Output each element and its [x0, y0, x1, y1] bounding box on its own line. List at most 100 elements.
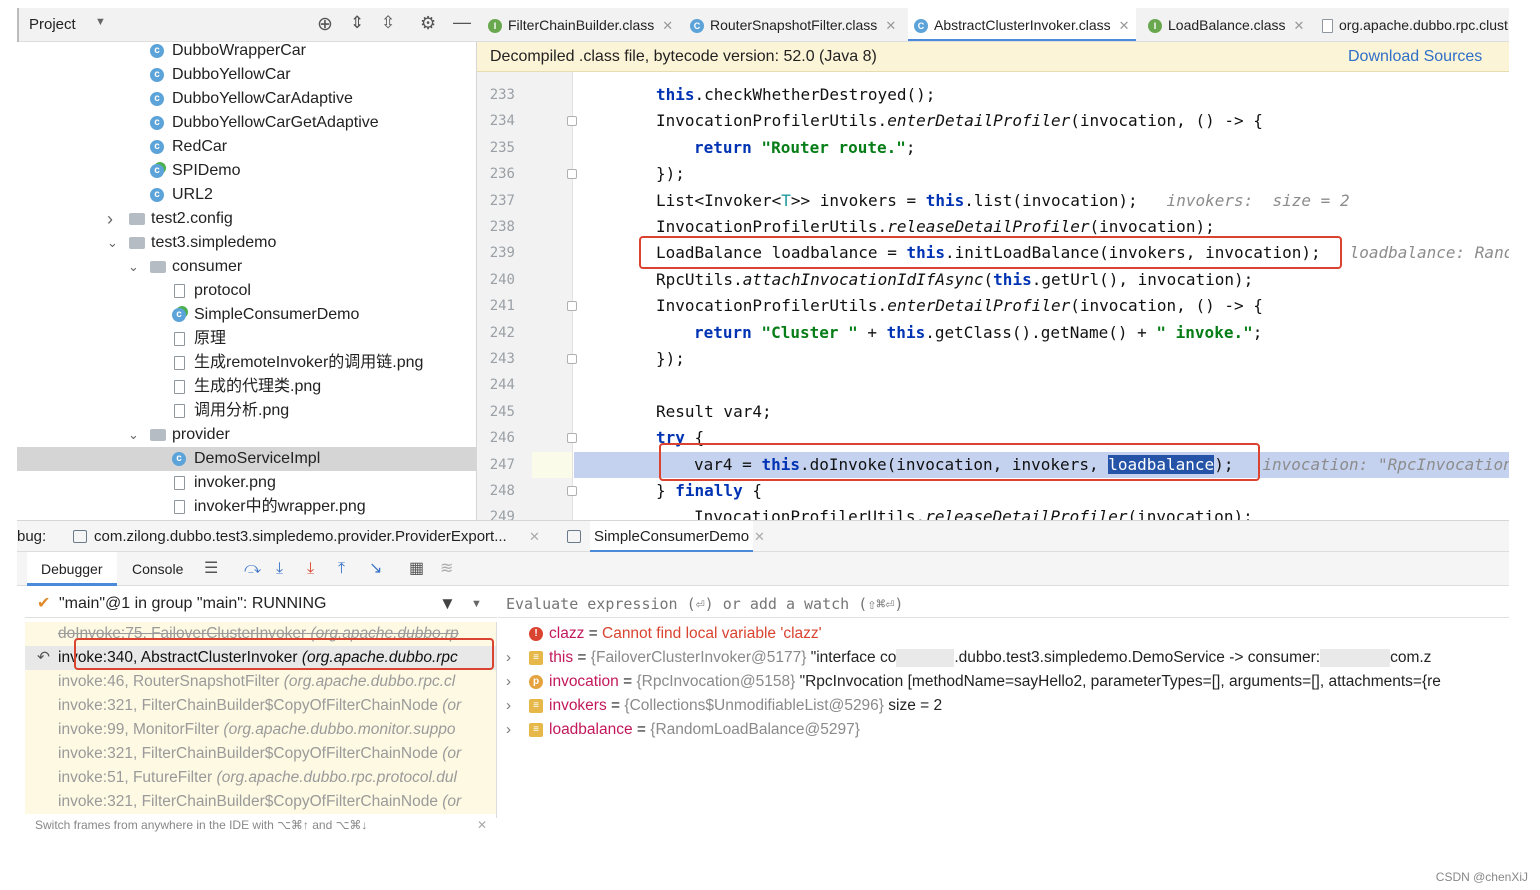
tree-item[interactable]: c URL2 — [17, 183, 476, 207]
step-into-icon[interactable]: ⤓ — [276, 552, 283, 586]
stack-frame[interactable]: invoke:321, FilterChainBuilder$CopyOfFil… — [25, 790, 496, 814]
code-token: (invocation, () -> { — [1070, 111, 1263, 131]
tree-item[interactable]: c RedCar — [17, 135, 476, 159]
thread-selector[interactable]: ✔ "main"@1 in group "main": RUNNING ▼ ▼ — [25, 590, 497, 618]
chevron-down-icon[interactable]: ▼ — [95, 16, 106, 28]
line-number: 241 — [489, 298, 515, 315]
tree-item[interactable]: 调用分析.png — [17, 399, 476, 423]
frame-package: (org.apache.dubbo.monitor.suppo — [223, 721, 456, 738]
chevron-icon[interactable]: › — [107, 207, 113, 231]
session-tab-provider[interactable]: com.zilong.dubbo.test3.simpledemo.provid… — [94, 521, 507, 553]
close-icon[interactable]: ✕ — [662, 18, 673, 33]
tree-item[interactable]: c DemoServiceImpl — [17, 447, 476, 471]
variable-value: {RpcInvocation@5158} — [636, 673, 796, 690]
gear-icon[interactable]: ⚙ — [420, 13, 436, 34]
trace-icon[interactable]: ≋ — [440, 552, 453, 586]
minimize-icon[interactable]: — — [453, 12, 471, 33]
stack-frame[interactable]: invoke:99, MonitorFilter (org.apache.dub… — [25, 718, 496, 742]
stack-frame[interactable]: invoke:46, RouterSnapshotFilter (org.apa… — [25, 670, 496, 694]
editor-tab[interactable]: I LoadBalance.class ✕ — [1142, 8, 1310, 41]
variable-extra: .dubbo.test3.simpledemo.DemoService -> c… — [954, 649, 1321, 666]
tree-item[interactable]: c DubboYellowCarGetAdaptive — [17, 111, 476, 135]
tab-console[interactable]: Console — [132, 552, 183, 586]
editor-tab[interactable]: org.apache.dubbo.rpc.clust — [1316, 8, 1509, 41]
chevron-right-icon[interactable]: › — [506, 718, 511, 742]
run-to-cursor-icon[interactable]: ↘ — [369, 552, 382, 586]
variable-row[interactable]: ! clazz = Cannot find local variable 'cla… — [498, 622, 1509, 646]
tree-item[interactable]: c SPIDemo — [17, 159, 476, 183]
line-number: 247 — [489, 456, 515, 473]
close-icon[interactable]: ✕ — [1119, 18, 1130, 33]
step-over-icon[interactable]: ⤼ — [244, 552, 261, 586]
line-number: 242 — [489, 324, 515, 341]
expand-all-icon[interactable]: ⇕ — [350, 13, 364, 33]
class-icon: c — [150, 68, 164, 82]
tree-item[interactable]: 原理 — [17, 327, 476, 351]
tree-item-label: 原理 — [194, 330, 227, 347]
close-icon[interactable]: ✕ — [529, 521, 540, 553]
filter-icon[interactable]: ▼ — [439, 590, 456, 618]
field-icon: ≡ — [529, 699, 543, 713]
evaluate-expression-input[interactable] — [506, 592, 1406, 616]
stack-frame[interactable]: invoke:321, FilterChainBuilder$CopyOfFil… — [25, 742, 496, 766]
menu-icon[interactable]: ☰ — [204, 552, 218, 586]
tree-item[interactable]: protocol — [17, 279, 476, 303]
close-icon[interactable]: ✕ — [885, 18, 896, 33]
chevron-icon[interactable]: ⌄ — [107, 231, 118, 255]
variable-row[interactable]: › ≡ this = {FailoverClusterInvoker@5177} "… — [498, 646, 1509, 670]
fold-icon[interactable] — [567, 486, 577, 496]
force-step-into-icon[interactable]: ⤓ — [307, 552, 314, 586]
crosshair-icon[interactable]: ⊕ — [317, 13, 333, 36]
variable-row[interactable]: › ≡ invokers = {Collections$UnmodifiableLi… — [498, 694, 1509, 718]
step-out-icon[interactable]: ⤒ — [338, 552, 345, 586]
close-icon[interactable]: ✕ — [1294, 18, 1305, 33]
stack-frame[interactable]: invoke:321, FilterChainBuilder$CopyOfFil… — [25, 694, 496, 718]
chevron-right-icon[interactable]: › — [506, 646, 511, 670]
fold-icon[interactable] — [567, 116, 577, 127]
tree-item[interactable]: 生成的代理类.png — [17, 375, 476, 399]
tree-item[interactable]: invoker.png — [17, 471, 476, 495]
tree-item[interactable]: ⌄ consumer — [17, 255, 476, 279]
file-icon — [174, 404, 185, 418]
editor-tab[interactable]: C RouterSnapshotFilter.class ✕ — [684, 8, 902, 41]
code-token: releaseDetailProfiler — [925, 507, 1128, 520]
session-tab-consumer[interactable]: SimpleConsumerDemo — [590, 521, 754, 553]
collapse-all-icon[interactable]: ⇳ — [381, 13, 395, 33]
variable-row[interactable]: › ≡ loadbalance = {RandomLoadBalance@5297} — [498, 718, 1509, 742]
tree-item[interactable]: c DubboWrapperCar — [17, 42, 476, 63]
fold-icon[interactable] — [567, 354, 577, 364]
code-token: { — [742, 481, 762, 500]
tree-item[interactable]: ⌄ test3.simpledemo — [17, 231, 476, 255]
download-sources-link[interactable]: Download Sources — [1348, 42, 1482, 72]
tree-item[interactable]: 生成remoteInvoker的调用链.png — [17, 351, 476, 375]
project-view-selector[interactable]: Project — [29, 16, 76, 33]
editor-tab[interactable]: I FilterChainBuilder.class ✕ — [482, 8, 679, 41]
chevron-icon[interactable]: ⌄ — [128, 255, 139, 279]
close-icon[interactable]: ✕ — [477, 818, 487, 832]
close-icon[interactable]: ✕ — [754, 521, 765, 553]
tree-item[interactable]: c DubboYellowCarAdaptive — [17, 87, 476, 111]
tree-item[interactable]: invoker中的wrapper.png — [17, 495, 476, 519]
tree-item[interactable]: › test2.config — [17, 207, 476, 231]
tree-item[interactable]: c DubboYellowCar — [17, 63, 476, 87]
highlight-box-line-247 — [659, 443, 1260, 481]
tree-item[interactable]: ⌄ provider — [17, 423, 476, 447]
fold-icon[interactable] — [567, 169, 577, 180]
code-line: InvocationProfilerUtils.enterDetailProfi… — [656, 293, 1263, 319]
editor-tab[interactable]: C AbstractClusterInvoker.class ✕ — [908, 8, 1136, 41]
tree-item[interactable]: c SimpleConsumerDemo — [17, 303, 476, 327]
chevron-icon[interactable]: ⌄ — [128, 423, 139, 447]
variable-row[interactable]: › p invocation = {RpcInvocation@5158} "Rpc… — [498, 670, 1509, 694]
chevron-right-icon[interactable]: › — [506, 694, 511, 718]
editor-tab-bar: I FilterChainBuilder.class ✕ C RouterSnapsho… — [477, 8, 1509, 42]
file-icon — [174, 380, 185, 394]
evaluate-icon[interactable]: ▦ — [409, 552, 424, 586]
fold-icon[interactable] — [567, 301, 577, 312]
stack-frame[interactable]: invoke:51, FutureFilter (org.apache.dubb… — [25, 766, 496, 790]
fold-icon[interactable] — [567, 433, 577, 444]
tab-debugger[interactable]: Debugger — [27, 552, 117, 586]
chevron-down-icon[interactable]: ▼ — [471, 590, 482, 618]
variable-name: loadbalance — [549, 721, 633, 738]
variable-name: invocation — [549, 673, 619, 690]
chevron-right-icon[interactable]: › — [506, 670, 511, 694]
